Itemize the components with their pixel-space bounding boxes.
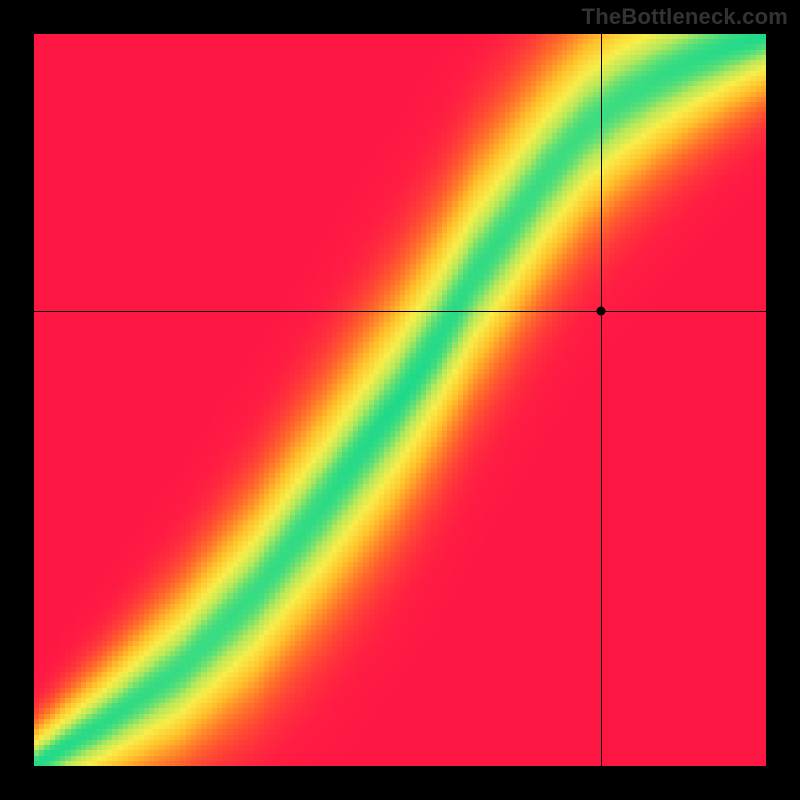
chart-frame: TheBottleneck.com [0,0,800,800]
crosshair-horizontal [34,311,766,312]
heatmap-plot [34,34,766,766]
data-point-marker [597,306,606,315]
watermark-text: TheBottleneck.com [582,4,788,30]
crosshair-vertical [601,34,602,766]
heatmap-canvas [34,34,766,766]
